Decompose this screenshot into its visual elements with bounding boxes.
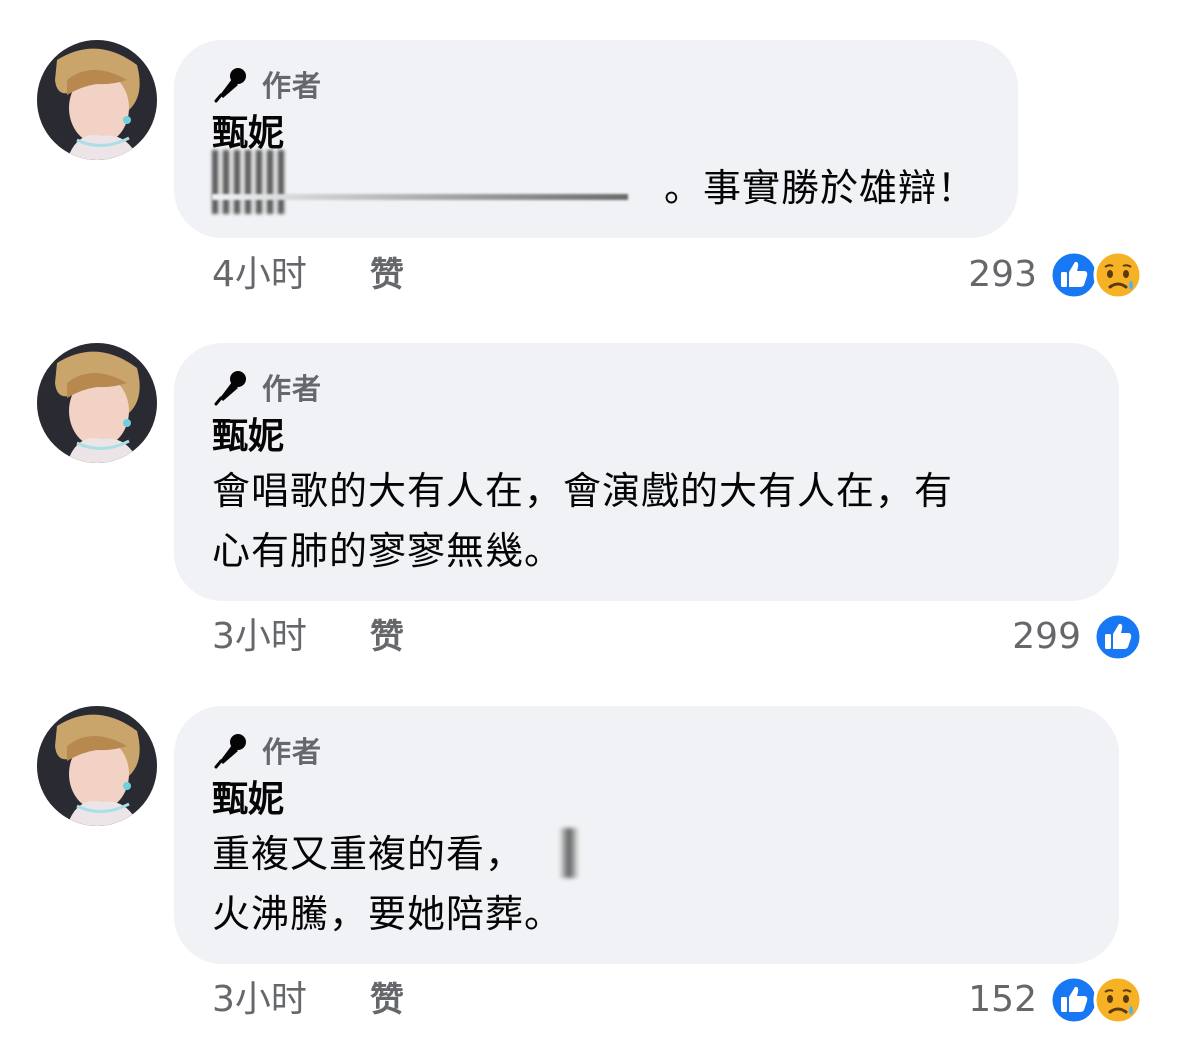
commenter-name[interactable]: 甄妮 [212, 776, 1083, 824]
comment-text-line: 會唱歌的大有人在，會演戲的大有人在，有 [212, 469, 954, 513]
redacted-text [212, 150, 286, 214]
avatar[interactable] [37, 343, 157, 463]
author-badge: 作者 [212, 64, 982, 104]
like-button[interactable]: 赞 [370, 250, 404, 300]
like-button[interactable]: 赞 [370, 612, 404, 662]
reaction-count: 299 [1012, 616, 1081, 657]
commenter-name[interactable]: 甄妮 [212, 110, 982, 158]
microphone-icon [214, 734, 246, 769]
reaction-summary[interactable]: 152 [968, 975, 1143, 1025]
like-icon [1093, 612, 1143, 662]
comment-text-line: 心有肺的寥寥無幾。 [212, 529, 564, 573]
redacted-text [558, 828, 580, 878]
comment-text: 。事實勝於雄辯！ [212, 150, 982, 218]
reaction-count: 293 [968, 254, 1037, 295]
timestamp[interactable]: 3小时 [212, 612, 307, 662]
comment-bubble: 作者 甄妮 重複又重複的看， 火沸騰，要她陪葬。 [174, 706, 1119, 964]
commenter-name[interactable]: 甄妮 [212, 413, 1083, 461]
like-button[interactable]: 赞 [370, 975, 404, 1025]
author-badge: 作者 [212, 367, 1083, 407]
comment-text-line: 火沸騰，要她陪葬。 [212, 892, 564, 936]
comment-bubble: 作者 甄妮 會唱歌的大有人在，會演戲的大有人在，有 心有肺的寥寥無幾。 [174, 343, 1119, 601]
comment-text-line: 重複又重複的看， [212, 832, 525, 876]
sad-icon [1093, 250, 1143, 300]
microphone-icon [214, 68, 246, 103]
author-tag: 作者 [262, 69, 323, 103]
comment-meta: 3小时 赞 152 [212, 975, 1143, 1025]
reaction-count: 152 [968, 979, 1037, 1020]
timestamp[interactable]: 3小时 [212, 975, 307, 1025]
redacted-text [212, 194, 628, 200]
author-tag: 作者 [262, 735, 323, 769]
timestamp[interactable]: 4小时 [212, 250, 307, 300]
comment-bubble: 作者 甄妮 。事實勝於雄辯！ [174, 40, 1018, 238]
microphone-icon [214, 371, 246, 406]
comment-text: 重複又重複的看， 火沸騰，要她陪葬。 [212, 824, 1083, 944]
like-icon [1049, 250, 1099, 300]
sad-icon [1093, 975, 1143, 1025]
reaction-summary[interactable]: 299 [1012, 612, 1143, 662]
like-icon [1049, 975, 1099, 1025]
author-badge: 作者 [212, 730, 1083, 770]
avatar[interactable] [37, 706, 157, 826]
comment-meta: 3小时 赞 299 [212, 612, 1143, 662]
reaction-summary[interactable]: 293 [968, 250, 1143, 300]
comment-text-line: 。事實勝於雄辯！ [663, 166, 976, 210]
comment-meta: 4小时 赞 293 [212, 250, 1143, 300]
author-tag: 作者 [262, 372, 323, 406]
avatar[interactable] [37, 40, 157, 160]
